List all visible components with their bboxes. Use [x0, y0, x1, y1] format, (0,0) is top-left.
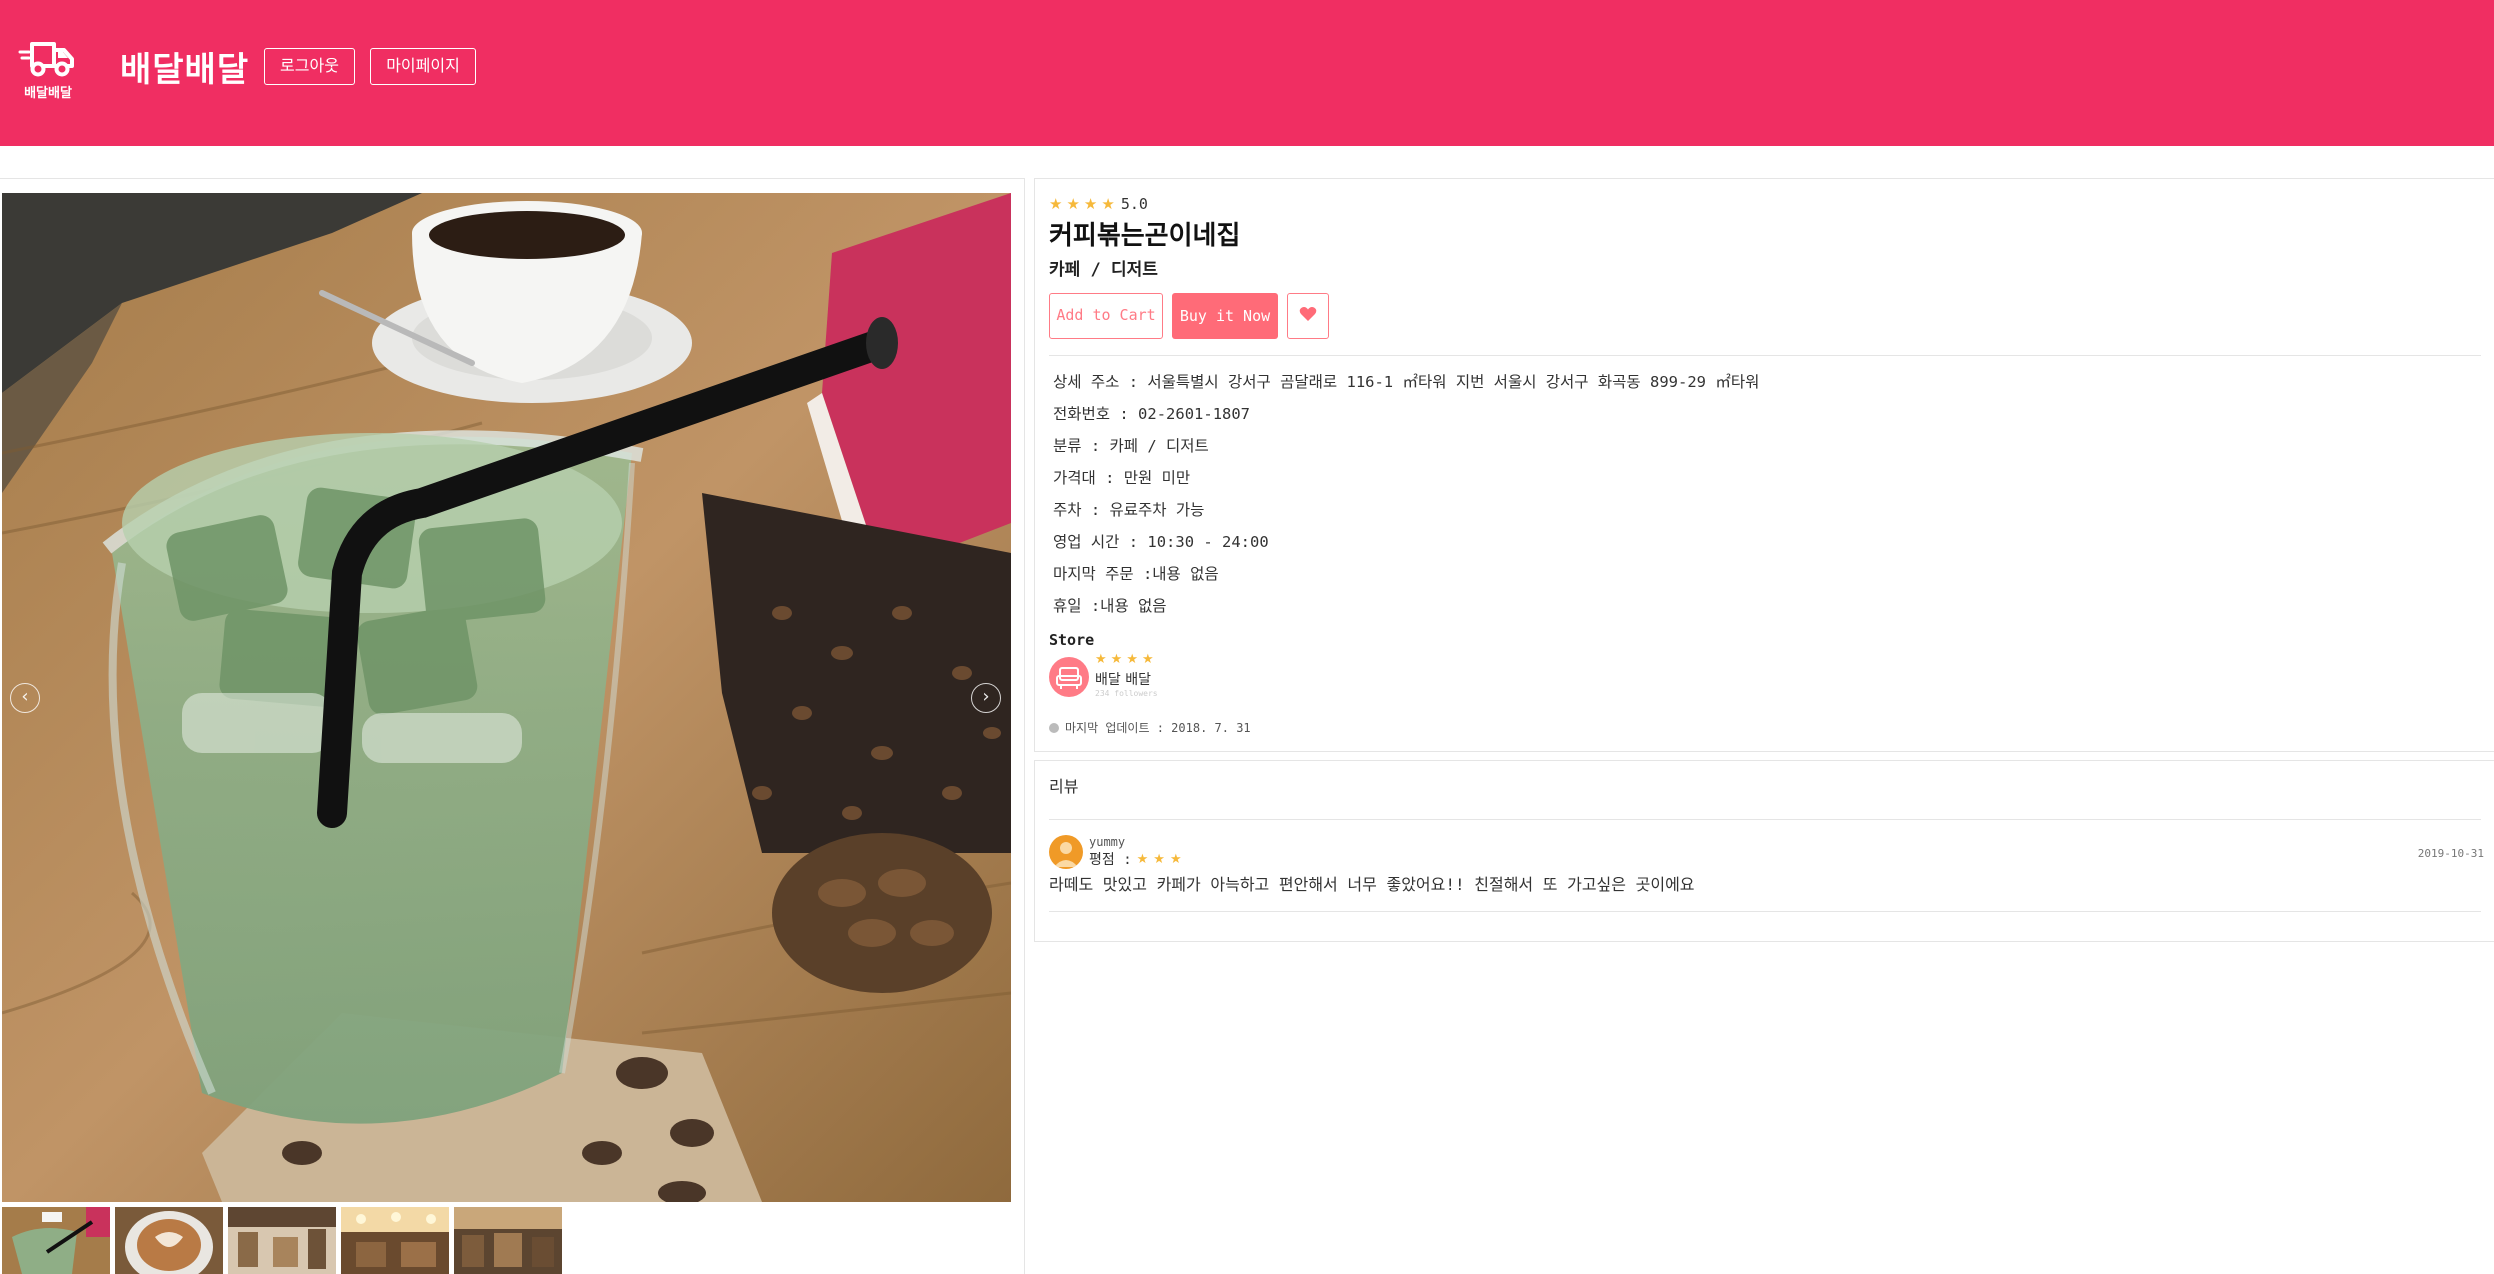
detail-holiday: 휴일 :내용 없음: [1053, 597, 1167, 615]
detail-category: 분류 : 카페 / 디저트: [1053, 437, 1209, 455]
wishlist-button[interactable]: [1287, 293, 1329, 339]
divider: [1049, 355, 2481, 356]
detail-parking: 주차 : 유료주차 가능: [1053, 501, 1205, 519]
store-rating: ★ ★ ★ ★ 5.0: [1049, 195, 1148, 213]
rating-value: 5.0: [1120, 195, 1148, 213]
star-icon: ★: [1136, 851, 1149, 867]
review-section: 리뷰 yummy 평점 : ★ ★ ★ 2019-10-31 라떼도 맛있고 카…: [1034, 760, 2494, 942]
logout-button[interactable]: 로그아웃: [264, 48, 355, 85]
brand-title[interactable]: 배달배달: [120, 42, 249, 91]
mypage-button[interactable]: 마이페이지: [370, 48, 476, 85]
detail-last-order: 마지막 주문 :내용 없음: [1053, 565, 1219, 583]
star-icon: ★: [1101, 195, 1115, 213]
site-header: 배달배달 배달배달 로그아웃 마이페이지: [0, 0, 2494, 146]
add-to-cart-button[interactable]: Add to Cart: [1049, 293, 1163, 339]
review-date: 2019-10-31: [2417, 847, 2484, 860]
detail-phone: 전화번호 : 02-2601-1807: [1053, 405, 1251, 423]
detail-address: 상세 주소 : 서울특별시 강서구 곰달래로 116-1 ㎡타워 지번 서울시 …: [1053, 373, 1760, 391]
star-icon: ★: [1066, 195, 1080, 213]
review-score: 평점 : ★ ★ ★: [1089, 849, 1182, 869]
thumbnail-4[interactable]: [341, 1207, 449, 1274]
reviewer-avatar: [1049, 835, 1083, 869]
review-text: 라떼도 맛있고 카페가 아늑하고 편안해서 너무 좋았어요!! 친절해서 또 가…: [1049, 875, 1695, 894]
delivery-truck-icon: [18, 42, 74, 77]
detail-business-hours: 영업 시간 : 10:30 - 24:00: [1053, 533, 1269, 551]
store-section-label: Store: [1049, 631, 1095, 649]
review-score-label: 평점 :: [1089, 852, 1132, 868]
seller-avatar[interactable]: [1049, 657, 1089, 697]
seller-rating: ★ ★ ★ ★: [1095, 652, 1154, 667]
star-icon: ★: [1083, 195, 1098, 213]
store-info-card: ★ ★ ★ ★ 5.0 커피볶는곤이네집 카페 / 디저트 Add to Car…: [1034, 178, 2494, 752]
star-icon: ★: [1153, 851, 1165, 867]
divider: [1049, 819, 2481, 820]
status-dot-icon: [1049, 722, 1059, 733]
divider: [1049, 911, 2481, 912]
next-image-arrow-icon[interactable]: ›: [971, 683, 1001, 713]
store-category: 카페 / 디저트: [1049, 260, 1158, 280]
armchair-icon: [1056, 667, 1082, 689]
last-update-text: 마지막 업데이트 : 2018. 7. 31: [1065, 721, 1251, 735]
thumbnail-strip: [2, 1207, 562, 1274]
last-update: 마지막 업데이트 : 2018. 7. 31: [1049, 719, 1251, 736]
star-icon: ★: [1141, 652, 1154, 667]
seller-followers: 234 followers: [1095, 689, 1158, 698]
star-icon: ★: [1169, 851, 1182, 867]
star-icon: ★: [1049, 195, 1063, 213]
detail-price-range: 가격대 : 만원 미만: [1053, 469, 1191, 487]
main-product-image: [2, 193, 1011, 1202]
thumbnail-3[interactable]: [228, 1207, 336, 1274]
thumbnail-1[interactable]: [2, 1207, 110, 1274]
review-title: 리뷰: [1049, 777, 1079, 796]
reviewer-name: yummy: [1089, 835, 1126, 849]
star-icon: ★: [1110, 652, 1123, 667]
user-icon: [1054, 842, 1078, 867]
store-details: 상세 주소 : 서울특별시 강서구 곰달래로 116-1 ㎡타워 지번 서울시 …: [1053, 371, 1759, 627]
logo-text: 배달배달: [24, 86, 72, 101]
thumbnail-5[interactable]: [454, 1207, 562, 1274]
buy-now-button[interactable]: Buy it Now: [1172, 293, 1278, 339]
star-icon: ★: [1095, 652, 1107, 667]
store-name: 커피볶는곤이네집: [1049, 221, 1241, 251]
logo[interactable]: 배달배달: [18, 36, 78, 101]
heart-icon: [1299, 307, 1317, 321]
star-icon: ★: [1126, 652, 1138, 667]
thumbnail-2[interactable]: [115, 1207, 223, 1274]
seller-name[interactable]: 배달 배달: [1095, 669, 1151, 689]
previous-image-arrow-icon[interactable]: ‹: [10, 683, 40, 713]
